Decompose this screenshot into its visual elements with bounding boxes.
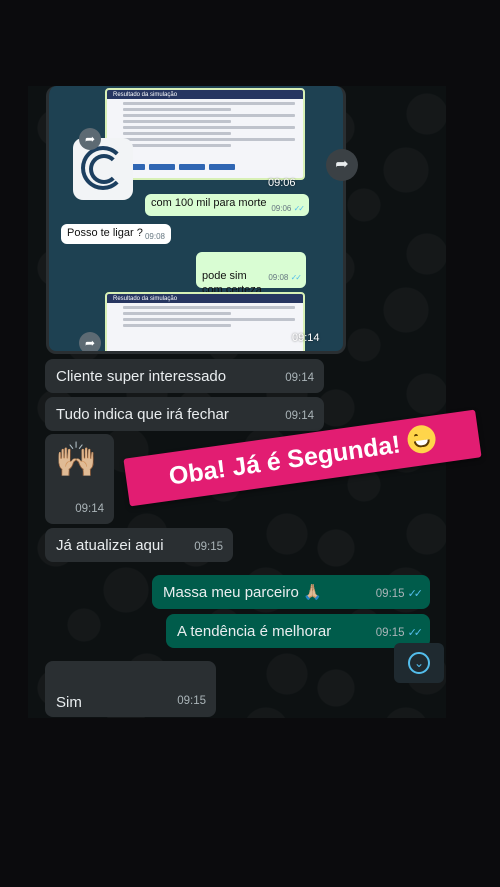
image-time: 09:06 — [268, 177, 296, 189]
grinning-face-icon — [405, 423, 438, 456]
double-check-icon: ✓✓ — [407, 588, 424, 600]
share-icon[interactable]: ➦ — [79, 128, 101, 150]
message-time: 09:15 — [194, 541, 223, 553]
raising-hands-emoji: 🙌🏼 — [55, 441, 98, 479]
simulation-document: Resultado da simulação — [105, 88, 305, 180]
simulation-document: Resultado da simulação — [105, 292, 305, 351]
message-bubble: A tendência é melhorar 09:15 ✓✓ — [166, 614, 430, 648]
message-bubble: Sim Com certeza! 09:15 — [45, 661, 216, 718]
inner-message: pode sim com certeza 09:08 ✓✓ — [196, 252, 306, 296]
inner-message: com 100 mil para morte 09:06 ✓✓ — [145, 194, 309, 216]
message-text: Já atualizei aqui — [56, 537, 164, 554]
message-bubble: Tudo indica que irá fechar 09:14 — [45, 397, 324, 431]
inner-message-text: Posso te ligar ? — [67, 227, 143, 239]
message-time: 09:15 — [177, 695, 206, 707]
share-icon[interactable]: ➦ — [79, 332, 101, 351]
message-time: 09:14 — [285, 372, 314, 384]
message-text: Sim Com certeza! — [56, 694, 145, 718]
message-time: 09:14 — [285, 410, 314, 422]
message-text: Cliente super interessado — [56, 368, 227, 385]
share-icon[interactable]: ➦ — [326, 149, 358, 181]
forwarded-screenshot[interactable]: Resultado da simulação 09:06 ➦ com 100 m… — [46, 86, 346, 354]
image-time: 09:14 — [292, 332, 320, 344]
inner-message-text: com 100 mil para morte — [151, 197, 267, 209]
message-time: 09:15 — [375, 588, 405, 600]
message-bubble: Cliente super interessado 09:14 — [45, 359, 324, 393]
double-check-icon: ✓✓ — [407, 627, 424, 639]
message-text: Tudo indica que irá fechar — [56, 406, 229, 423]
emoji-message: 🙌🏼 09:14 — [45, 434, 114, 524]
message-time: 09:14 — [75, 503, 104, 515]
message-text: A tendência é melhorar — [177, 623, 332, 640]
message-time: 09:15 — [375, 627, 405, 639]
simulation-title: Resultado da simulação — [107, 90, 303, 99]
chevron-down-icon: ⌄ — [408, 652, 430, 674]
chat-area: Resultado da simulação 09:06 ➦ com 100 m… — [28, 86, 446, 718]
message-bubble: Já atualizei aqui 09:15 — [45, 528, 233, 562]
scroll-down-button[interactable]: ⌄ — [394, 643, 444, 683]
message-text: Massa meu parceiro 🙏🏼 — [163, 584, 322, 601]
inner-message: Posso te ligar ? 09:08 — [61, 224, 171, 244]
message-bubble: Massa meu parceiro 🙏🏼 09:15 ✓✓ — [152, 575, 430, 609]
